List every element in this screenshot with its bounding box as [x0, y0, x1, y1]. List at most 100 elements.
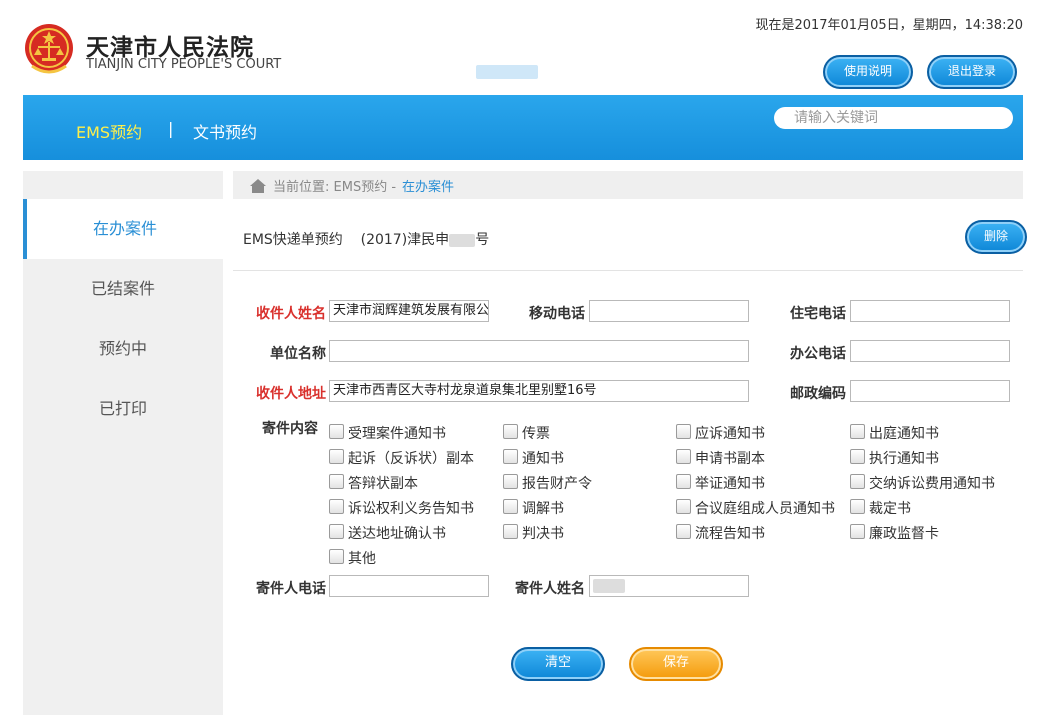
checkbox-execution-notice[interactable]: 执行通知书 [850, 448, 939, 468]
checkbox-box[interactable] [329, 524, 344, 539]
recipient-name-label: 收件人姓名 [256, 306, 326, 322]
address-label: 收件人地址 [256, 386, 326, 402]
checkbox-label: 受理案件通知书 [348, 426, 446, 442]
checkbox-label: 应诉通知书 [695, 426, 765, 442]
home-icon [250, 178, 266, 193]
search-input[interactable] [774, 107, 1013, 129]
case-number-prefix: (2017)津民申 [360, 232, 450, 248]
checkbox-process-notice[interactable]: 流程告知书 [676, 523, 765, 543]
checkbox-mediation[interactable]: 调解书 [503, 498, 564, 518]
breadcrumb: 当前位置: EMS预约 - 在办案件 [249, 176, 454, 195]
checkbox-box[interactable] [329, 449, 344, 464]
sidebar-item-printed[interactable]: 已打印 [23, 379, 223, 439]
office-phone-label: 办公电话 [790, 346, 846, 362]
checkbox-ruling[interactable]: 裁定书 [850, 498, 911, 518]
checkbox-box[interactable] [329, 499, 344, 514]
help-button[interactable]: 使用说明 [823, 55, 913, 89]
sidebar-item-active-cases[interactable]: 在办案件 [23, 199, 223, 259]
checkbox-box[interactable] [676, 474, 691, 489]
org-label: 单位名称 [270, 346, 326, 362]
checkbox-label: 出庭通知书 [869, 426, 939, 442]
checkbox-label: 判决书 [522, 526, 564, 542]
checkbox-accept-notice[interactable]: 受理案件通知书 [329, 423, 446, 443]
nav-separator: | [168, 119, 174, 138]
checkbox-hearing-notice[interactable]: 出庭通知书 [850, 423, 939, 443]
checkbox-response-notice[interactable]: 应诉通知书 [676, 423, 765, 443]
contents-label: 寄件内容 [262, 421, 318, 437]
checkbox-box[interactable] [850, 499, 865, 514]
checkbox-judgment[interactable]: 判决书 [503, 523, 564, 543]
sender-phone-label: 寄件人电话 [256, 581, 326, 597]
checkbox-evidence-notice[interactable]: 举证通知书 [676, 473, 765, 493]
postcode-field[interactable] [850, 380, 1010, 402]
current-datetime: 现在是2017年01月05日，星期四，14:38:20 [755, 18, 1023, 33]
checkbox-box[interactable] [329, 474, 344, 489]
user-icon [407, 63, 425, 82]
save-button[interactable]: 保存 [629, 647, 723, 681]
court-emblem-icon [25, 24, 73, 74]
org-field[interactable] [329, 340, 749, 362]
checkbox-box[interactable] [503, 499, 518, 514]
checkbox-box[interactable] [850, 424, 865, 439]
checkbox-other[interactable]: 其他 [329, 548, 376, 568]
welcome-message: 欢迎【 】登录本系统! [406, 62, 632, 82]
redacted-sender-name [593, 579, 625, 593]
tab-ems-booking[interactable]: EMS预约 [76, 119, 142, 143]
checkbox-label: 申请书副本 [695, 451, 765, 467]
checkbox-label: 答辩状副本 [348, 476, 418, 492]
checkbox-label: 流程告知书 [695, 526, 765, 542]
checkbox-box[interactable] [676, 449, 691, 464]
checkbox-label: 传票 [522, 426, 550, 442]
delete-button[interactable]: 删除 [965, 220, 1027, 254]
checkbox-box[interactable] [676, 499, 691, 514]
sender-name-field[interactable] [589, 575, 749, 597]
checkbox-application-copy[interactable]: 申请书副本 [676, 448, 765, 468]
clear-button[interactable]: 清空 [511, 647, 605, 681]
home-phone-field[interactable] [850, 300, 1010, 322]
checkbox-box[interactable] [850, 524, 865, 539]
checkbox-box[interactable] [676, 524, 691, 539]
checkbox-label: 举证通知书 [695, 476, 765, 492]
breadcrumb-current[interactable]: 在办案件 [402, 176, 454, 195]
home-phone-label: 住宅电话 [790, 306, 846, 322]
checkbox-integrity-card[interactable]: 廉政监督卡 [850, 523, 939, 543]
checkbox-summons[interactable]: 传票 [503, 423, 550, 443]
checkbox-address-confirm[interactable]: 送达地址确认书 [329, 523, 446, 543]
checkbox-box[interactable] [850, 449, 865, 464]
sidebar-item-closed-cases[interactable]: 已结案件 [23, 259, 223, 319]
checkbox-box[interactable] [503, 449, 518, 464]
checkbox-fee-notice[interactable]: 交纳诉讼费用通知书 [850, 473, 995, 493]
checkbox-defense-copy[interactable]: 答辩状副本 [329, 473, 418, 493]
logout-button[interactable]: 退出登录 [927, 55, 1017, 89]
breadcrumb-prefix: 当前位置: EMS预约 - [273, 180, 397, 195]
checkbox-box[interactable] [850, 474, 865, 489]
checkbox-box[interactable] [503, 474, 518, 489]
checkbox-complaint-copy[interactable]: 起诉（反诉状）副本 [329, 448, 474, 468]
sidebar-item-booking[interactable]: 预约中 [23, 319, 223, 379]
welcome-suffix: 】登录本系统! [542, 65, 632, 81]
checkbox-label: 起诉（反诉状）副本 [348, 451, 474, 467]
tab-document-booking[interactable]: 文书预约 [193, 119, 257, 143]
checkbox-label: 交纳诉讼费用通知书 [869, 476, 995, 492]
postcode-label: 邮政编码 [790, 386, 846, 402]
checkbox-panel-notice[interactable]: 合议庭组成人员通知书 [676, 498, 835, 518]
address-field[interactable]: 天津市西青区大寺村龙泉道泉集北里别墅16号 [329, 380, 749, 402]
checkbox-box[interactable] [503, 424, 518, 439]
checkbox-rights-notice[interactable]: 诉讼权利义务告知书 [329, 498, 474, 518]
checkbox-box[interactable] [503, 524, 518, 539]
checkbox-box[interactable] [329, 424, 344, 439]
mobile-label: 移动电话 [529, 306, 585, 322]
checkbox-box[interactable] [329, 549, 344, 564]
office-phone-field[interactable] [850, 340, 1010, 362]
sender-name-label: 寄件人姓名 [515, 581, 585, 597]
checkbox-property-report[interactable]: 报告财产令 [503, 473, 592, 493]
redacted-username [476, 65, 538, 79]
mobile-field[interactable] [589, 300, 749, 322]
checkbox-box[interactable] [676, 424, 691, 439]
sender-phone-field[interactable] [329, 575, 489, 597]
court-name-en: TIANJIN CITY PEOPLE'S COURT [86, 57, 282, 72]
checkbox-notice[interactable]: 通知书 [503, 448, 564, 468]
case-title: EMS快递单预约 [243, 232, 343, 248]
recipient-name-field[interactable]: 天津市润辉建筑发展有限公 [329, 300, 489, 322]
divider [233, 270, 1023, 271]
